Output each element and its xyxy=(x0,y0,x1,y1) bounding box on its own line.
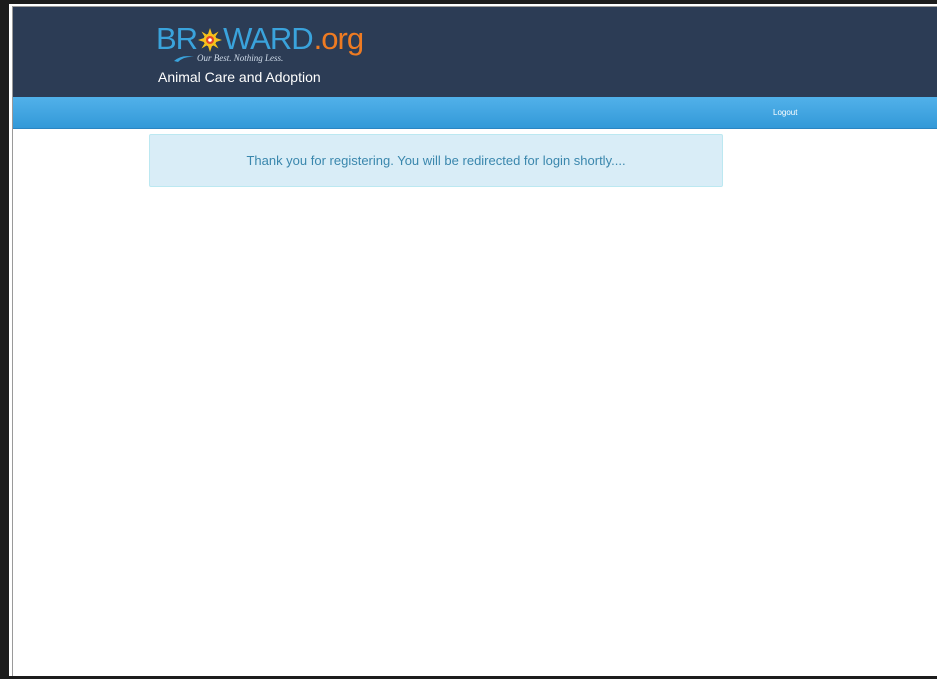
alert-message: Thank you for registering. You will be r… xyxy=(246,153,626,168)
registration-success-alert: Thank you for registering. You will be r… xyxy=(149,134,723,187)
swoosh-icon xyxy=(174,56,194,62)
site-header: BR WARD .org Our Best. Nothing Less. Ani… xyxy=(13,7,937,97)
sun-logo-icon xyxy=(198,28,223,52)
logo-wordmark-left: BR xyxy=(156,21,198,56)
logo-wordmark: BR WARD .org xyxy=(156,20,364,56)
logo-tagline-group: Our Best. Nothing Less. xyxy=(174,53,283,63)
logo-wordmark-right: WARD xyxy=(223,21,314,56)
browser-viewport: BR WARD .org Our Best. Nothing Less. Ani… xyxy=(12,6,937,676)
top-navbar: Logout xyxy=(13,97,937,129)
logo-wordmark-suffix: .org xyxy=(313,21,364,56)
site-subtitle: Animal Care and Adoption xyxy=(158,69,321,85)
logo-tagline: Our Best. Nothing Less. xyxy=(197,53,284,63)
logout-link[interactable]: Logout xyxy=(773,108,797,117)
window-frame: BR WARD .org Our Best. Nothing Less. Ani… xyxy=(0,0,937,679)
